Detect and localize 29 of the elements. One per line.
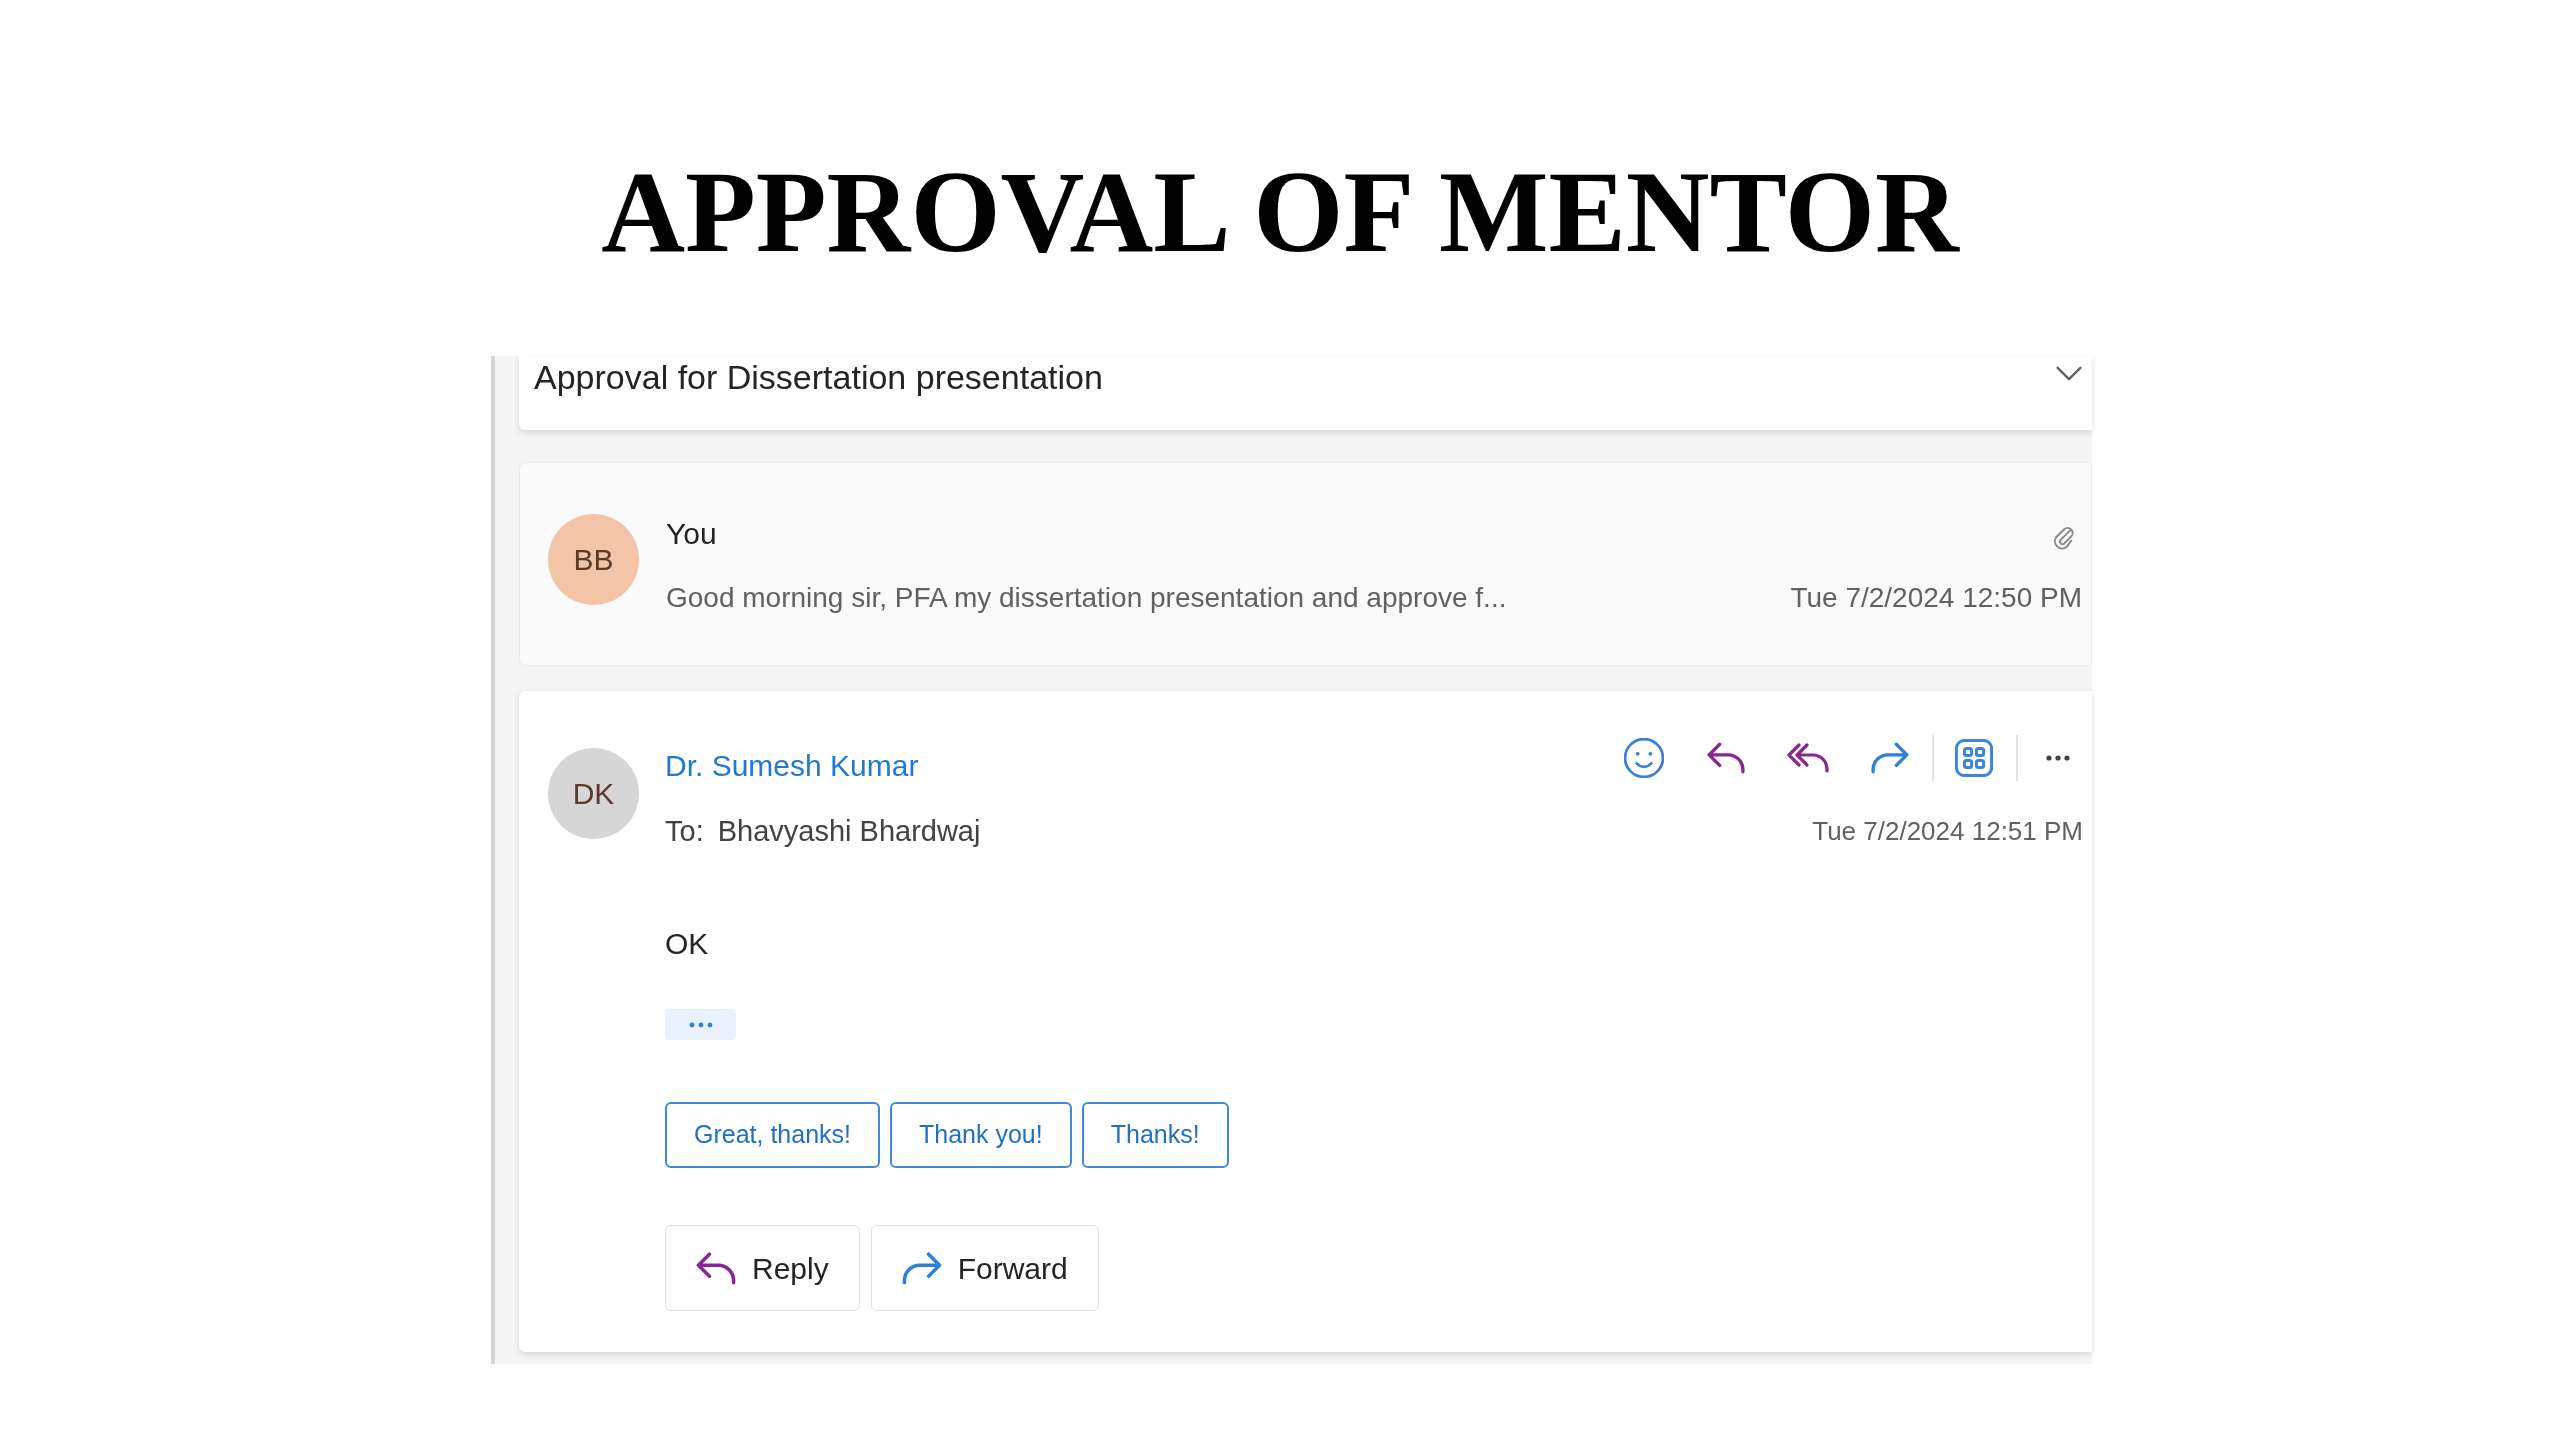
apps-grid-icon xyxy=(1955,739,1993,777)
reply-all-icon xyxy=(1787,742,1829,774)
ellipsis-icon xyxy=(688,1021,713,1028)
message-preview: Good morning sir, PFA my dissertation presentation and approve f... xyxy=(666,581,1507,615)
forward-action-button[interactable]: Forward xyxy=(870,1225,1099,1311)
forward-icon xyxy=(901,1251,942,1285)
message-body: OK xyxy=(665,926,709,962)
suggested-reply-chip[interactable]: Thank you! xyxy=(890,1102,1072,1168)
avatar: DK xyxy=(548,748,639,839)
page-title: APPROVAL OF MENTOR xyxy=(601,147,1959,277)
subject-title: Approval for Dissertation presentation xyxy=(534,357,1103,397)
recipient-name: Bhavyashi Bhardwaj xyxy=(717,814,981,849)
smiley-icon xyxy=(1624,738,1664,778)
avatar: BB xyxy=(548,514,639,605)
reply-icon xyxy=(1707,742,1745,774)
more-icon xyxy=(2045,755,2071,761)
forward-icon xyxy=(1871,742,1909,774)
message-card[interactable]: BB You Good morning sir, PFA my dissertation presentation and approve f... Tue 7/2/2024 12:50 PM xyxy=(519,462,2092,666)
reply-action-button[interactable]: Reply xyxy=(665,1225,860,1311)
suggested-reply-chip[interactable]: Thanks! xyxy=(1081,1102,1229,1168)
chevron-down-icon xyxy=(2056,365,2082,381)
message-date: Tue 7/2/2024 12:50 PM xyxy=(1790,581,2082,615)
sender-name[interactable]: Dr. Sumesh Kumar xyxy=(665,748,919,784)
reply-icon xyxy=(696,1251,736,1285)
sender-name: You xyxy=(666,516,717,552)
message-date: Tue 7/2/2024 12:51 PM xyxy=(1812,815,2083,847)
show-more-button[interactable] xyxy=(665,1009,736,1040)
suggested-reply-chip[interactable]: Great, thanks! xyxy=(665,1102,881,1168)
to-label: To: xyxy=(665,814,704,849)
